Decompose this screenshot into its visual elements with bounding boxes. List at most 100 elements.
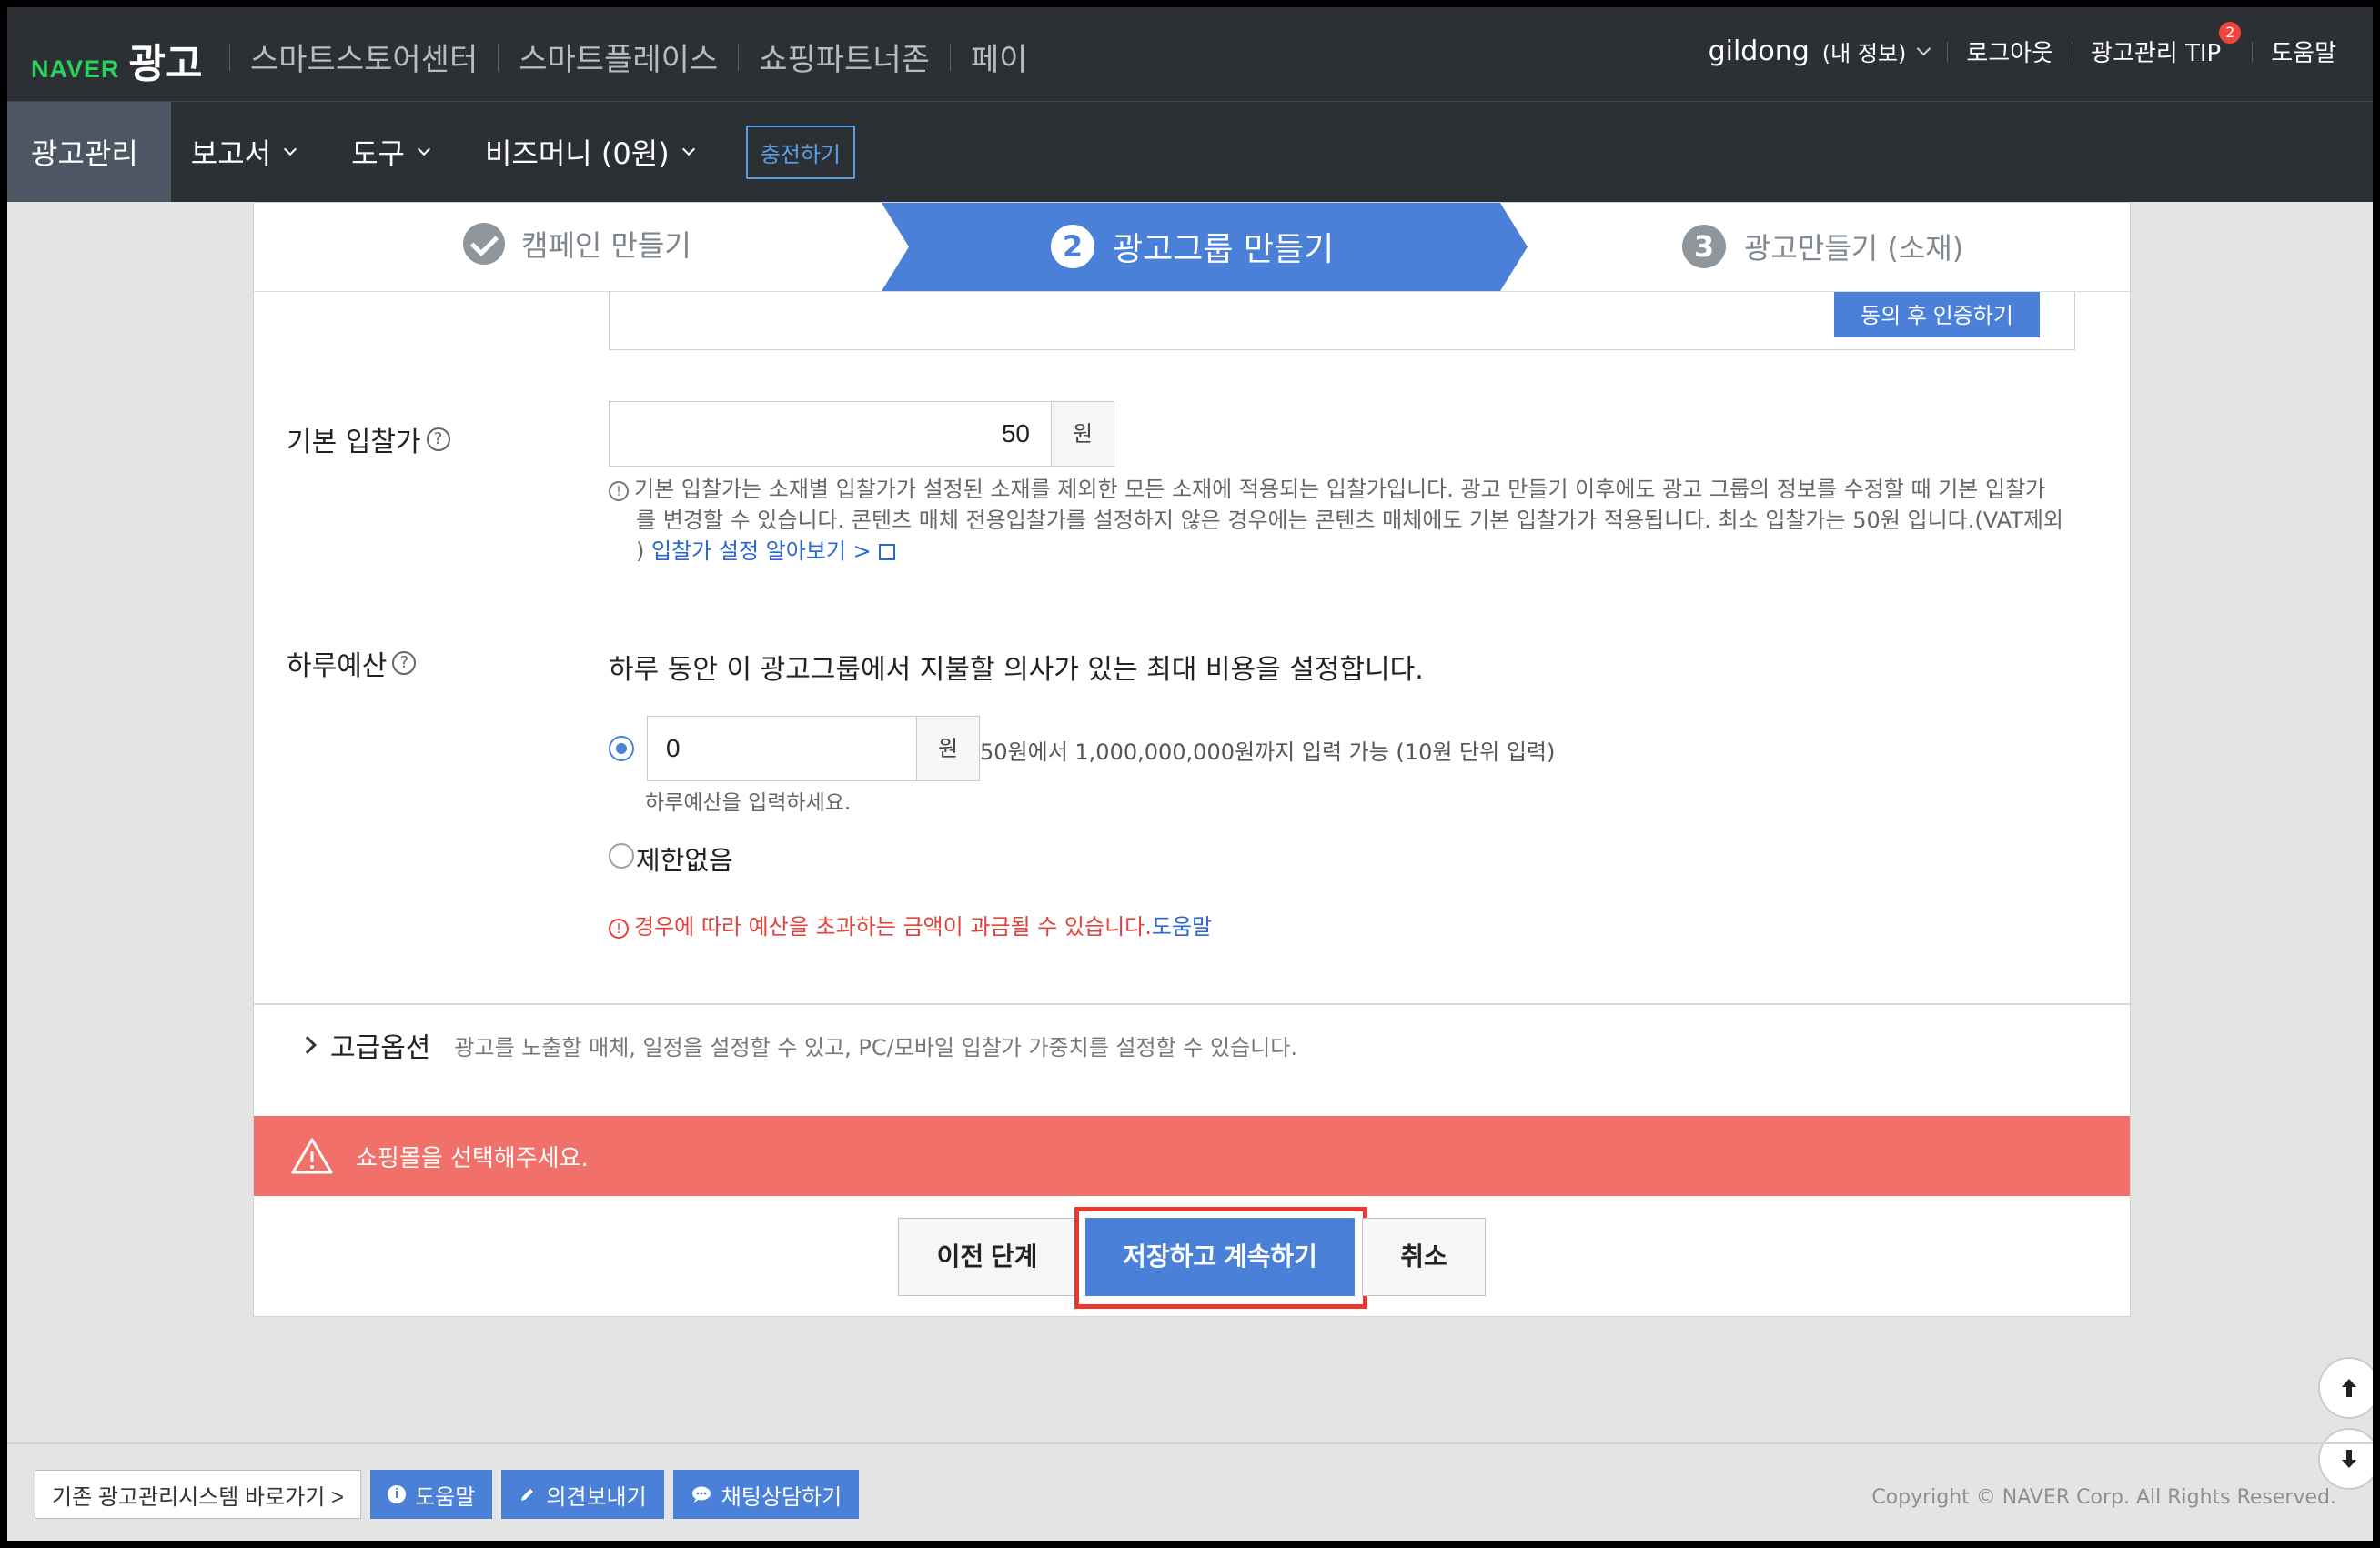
chevron-down-icon: [681, 142, 695, 156]
ad-tip-label: 광고관리 TIP: [2091, 40, 2222, 67]
footer-actions: 기존 광고관리시스템 바로가기 > i 도움말 의견보내기 채팅상담하기: [35, 1470, 868, 1519]
budget-label-text: 하루예산: [287, 650, 388, 682]
no-limit-label[interactable]: 제한없음: [636, 839, 733, 878]
certification-box: 동의 후 인증하기: [609, 292, 2075, 350]
advanced-options-description: 광고를 노출할 매체, 일정을 설정할 수 있고, PC/모바일 입찰가 가중치…: [454, 1034, 1297, 1060]
no-limit-radio[interactable]: [609, 843, 634, 869]
help-link[interactable]: 도움말: [2271, 35, 2336, 68]
footer-help-button[interactable]: i 도움말: [370, 1470, 493, 1519]
menu-label: 도구: [351, 136, 405, 171]
menu-ad-management[interactable]: 광고관리: [7, 102, 171, 202]
cancel-button[interactable]: 취소: [1362, 1218, 1486, 1296]
step-label: 광고그룹 만들기: [1113, 231, 1335, 268]
budget-warning: ! 경우에 따라 예산을 초과하는 금액이 과금될 수 있습니다.도움말: [609, 909, 1212, 940]
ad-logo-text: 광고: [128, 41, 203, 87]
chat-support-label: 채팅상담하기: [721, 1484, 842, 1510]
nav-smartplace[interactable]: 스마트플레이스: [499, 35, 738, 79]
budget-unit: 원: [916, 716, 980, 781]
arrow-up-icon: [2342, 1379, 2356, 1397]
chevron-down-icon: [417, 142, 431, 156]
user-menu[interactable]: gildong (내 정보): [1709, 35, 1931, 67]
info-circle-icon: !: [609, 481, 629, 501]
scroll-bottom-button[interactable]: [2318, 1428, 2373, 1490]
main-menu: 광고관리 보고서 도구 비즈머니 (0원) 충전하기: [7, 102, 2373, 202]
feedback-button[interactable]: 의견보내기: [501, 1470, 664, 1519]
info-icon: i: [388, 1485, 407, 1503]
check-circle-icon: [463, 223, 505, 265]
save-continue-button[interactable]: 저장하고 계속하기: [1085, 1218, 1355, 1296]
form-actions: 이전 단계 저장하고 계속하기 취소: [254, 1207, 2130, 1309]
menu-reports[interactable]: 보고서: [171, 102, 315, 202]
copyright-text: Copyright © NAVER Corp. All Rights Reser…: [1871, 1486, 2336, 1509]
naver-logo-text: NAVER: [31, 55, 120, 83]
service-nav: 스마트스토어센터 스마트플레이스 쇼핑파트너존 페이: [229, 35, 1047, 79]
footer-divider: [7, 1442, 2373, 1444]
nav-shopping-partner[interactable]: 쇼핑파트너존: [739, 35, 950, 79]
step-indicator: 캠페인 만들기 2 광고그룹 만들기 3 광고만들기 (소재): [254, 203, 2130, 292]
chat-bubble-icon: [691, 1486, 711, 1503]
bid-note-line: ! 기본 입찰가는 소재별 입찰가가 설정된 소재를 제외한 모든 소재에 적용되…: [609, 474, 2082, 505]
menu-tools[interactable]: 도구: [315, 102, 449, 202]
bid-note-text: 를 변경할 수 있습니다. 콘텐츠 매체 전용입찰가를 설정하지 않은 경우에는…: [636, 508, 2064, 533]
step-number-icon: 3: [1682, 225, 1726, 268]
budget-input-help: 하루예산을 입력하세요.: [645, 791, 852, 815]
warning-circle-icon: !: [609, 919, 629, 939]
nav-smartstore[interactable]: 스마트스토어센터: [230, 35, 498, 79]
ad-tip-link[interactable]: 광고관리 TIP 2: [2091, 22, 2242, 68]
scroll-top-button[interactable]: [2318, 1357, 2373, 1419]
account-links: gildong (내 정보) 로그아웃 광고관리 TIP 2 도움말: [1709, 22, 2336, 68]
chevron-down-icon: [1917, 41, 1931, 56]
menu-label: 광고관리: [31, 136, 138, 171]
step-label: 캠페인 만들기: [521, 228, 691, 263]
legacy-system-button[interactable]: 기존 광고관리시스템 바로가기 >: [35, 1470, 362, 1519]
bid-note-line: 를 변경할 수 있습니다. 콘텐츠 매체 전용입찰가를 설정하지 않은 경우에는…: [609, 505, 2082, 536]
bid-unit: 원: [1051, 401, 1114, 467]
chat-support-button[interactable]: 채팅상담하기: [672, 1470, 860, 1519]
budget-description: 하루 동안 이 광고그룹에서 지불할 의사가 있는 최대 비용을 설정합니다.: [609, 654, 1424, 686]
advanced-options-toggle[interactable]: 고급옵션 광고를 노출할 매체, 일정을 설정할 수 있고, PC/모바일 입찰…: [298, 1025, 1297, 1065]
step-number-icon: 2: [1051, 225, 1094, 268]
budget-label: 하루예산 ?: [287, 643, 417, 683]
logout-link[interactable]: 로그아웃: [1966, 35, 2053, 68]
step-ad-creative: 3 광고만들기 (소재): [1682, 225, 1963, 268]
step-campaign: 캠페인 만들기: [463, 223, 691, 265]
warning-triangle-icon: [291, 1138, 333, 1174]
chevron-down-icon: [284, 142, 298, 156]
pencil-icon: [521, 1489, 534, 1501]
separator: [2252, 41, 2254, 62]
advanced-options-title: 고급옵션: [330, 1032, 431, 1064]
step-label: 광고만들기 (소재): [1744, 231, 1964, 266]
daily-budget-input[interactable]: [647, 716, 918, 781]
menu-bizmoney[interactable]: 비즈머니 (0원): [449, 102, 713, 202]
external-link-icon: [878, 544, 895, 560]
bid-label-text: 기본 입찰가: [287, 427, 421, 458]
agree-certify-button[interactable]: 동의 후 인증하기: [1834, 292, 2040, 337]
app-window: NAVER 광고 스마트스토어센터 스마트플레이스 쇼핑파트너존 페이 gild…: [7, 7, 2373, 1541]
user-info-label: (내 정보): [1821, 41, 1907, 66]
help-circle-icon[interactable]: ?: [426, 427, 450, 451]
feedback-label: 의견보내기: [546, 1484, 647, 1510]
separator: [1947, 41, 1949, 62]
charge-button[interactable]: 충전하기: [745, 125, 856, 179]
budget-warning-text: 경우에 따라 예산을 초과하는 금액이 과금될 수 있습니다.: [634, 914, 1152, 940]
top-bar: NAVER 광고 스마트스토어센터 스마트플레이스 쇼핑파트너존 페이 gild…: [7, 7, 2373, 102]
bid-guide-link[interactable]: 입찰가 설정 알아보기 >: [651, 538, 872, 564]
menu-label: 비즈머니 (0원): [484, 136, 670, 171]
budget-limit-radio[interactable]: [609, 736, 634, 761]
budget-help-link[interactable]: 도움말: [1152, 914, 1212, 940]
previous-step-button[interactable]: 이전 단계: [898, 1218, 1076, 1296]
bid-note-line: ) 입찰가 설정 알아보기 >: [609, 536, 2082, 567]
chevron-right-icon: [298, 1036, 317, 1054]
footer-help-label: 도움말: [415, 1484, 476, 1510]
help-circle-icon[interactable]: ?: [392, 651, 417, 675]
menu-label: 보고서: [190, 136, 272, 171]
bid-note-text: 기본 입찰가는 소재별 입찰가가 설정된 소재를 제외한 모든 소재에 적용되는…: [634, 477, 2046, 502]
bid-note-text: ): [636, 538, 645, 564]
section-divider: [254, 1003, 2130, 1005]
ad-group-form: 캠페인 만들기 2 광고그룹 만들기 3 광고만들기 (소재) 동의 후 인증하…: [253, 202, 2131, 1317]
bid-input[interactable]: [609, 401, 1053, 467]
nav-pay[interactable]: 페이: [951, 35, 1048, 79]
error-banner: 쇼핑몰을 선택해주세요.: [254, 1116, 2130, 1196]
step-ad-group-active: 2 광고그룹 만들기: [882, 203, 1528, 291]
naver-ad-logo[interactable]: NAVER 광고: [31, 31, 202, 89]
